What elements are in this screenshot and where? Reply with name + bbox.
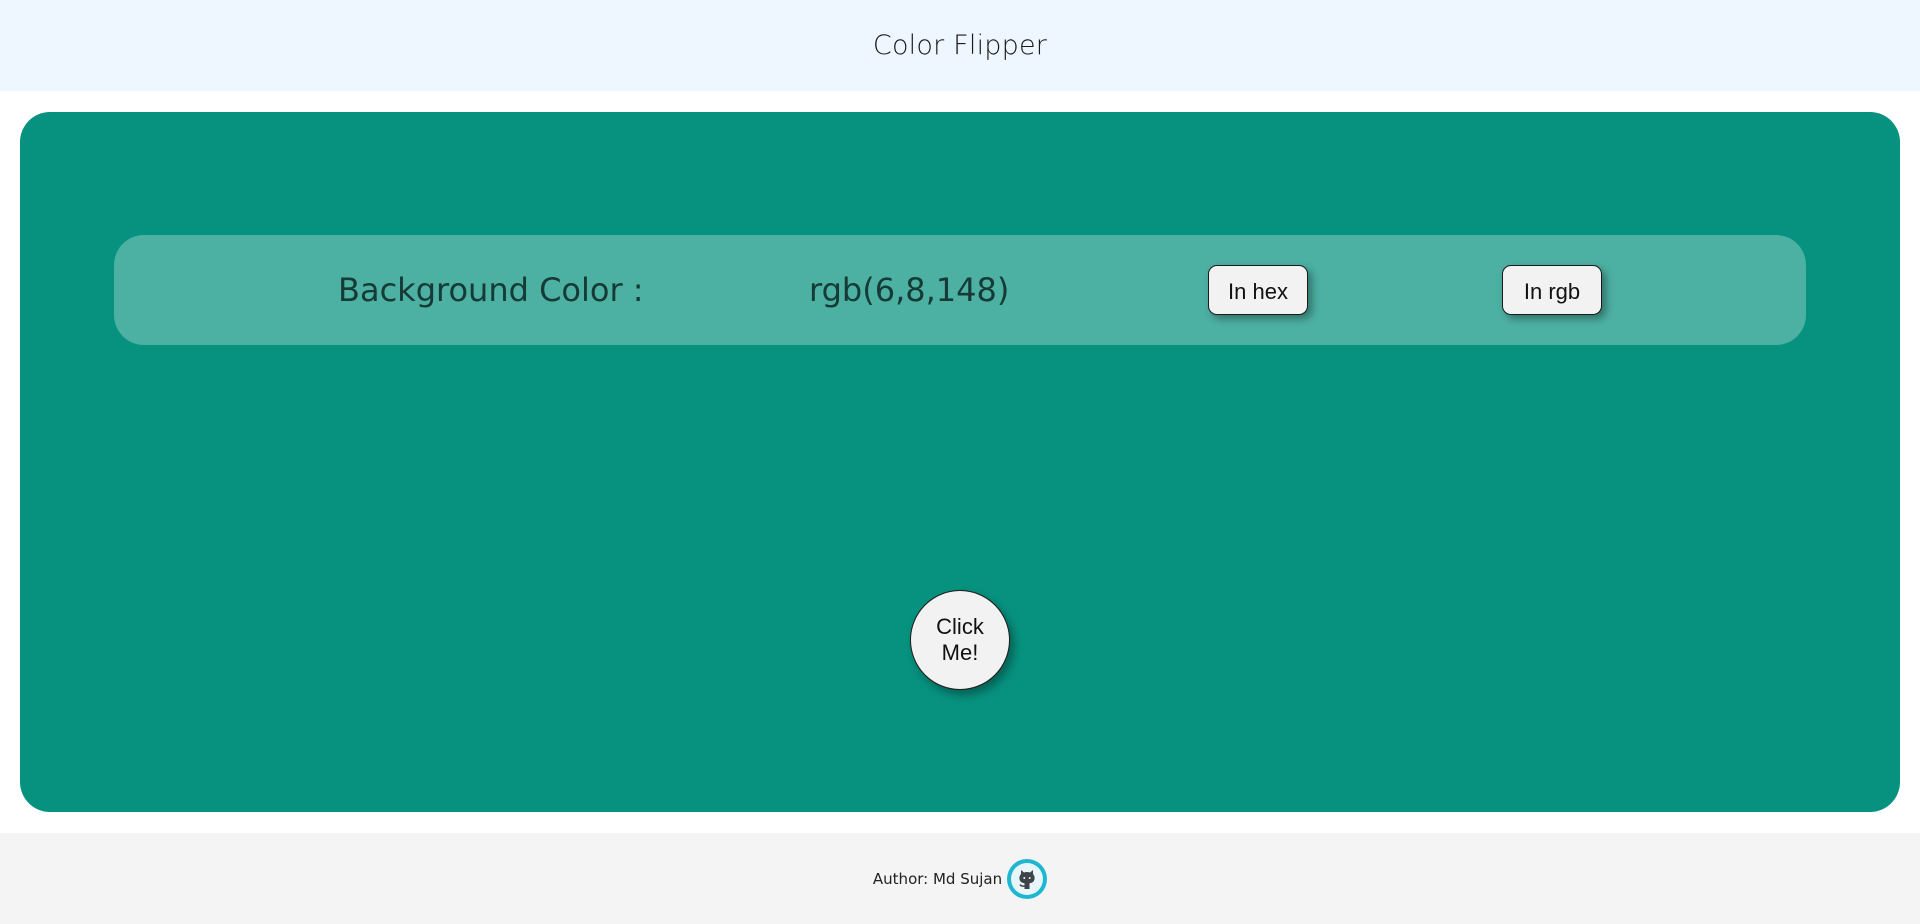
author-credit: Author: Md Sujan: [872, 869, 1003, 888]
click-me-line2: Me!: [941, 640, 979, 665]
github-link[interactable]: [1007, 858, 1048, 899]
click-me-button[interactable]: Click Me!: [910, 590, 1010, 690]
color-info-bar: Background Color : rgb(6,8,148) In hex I…: [114, 235, 1806, 345]
click-me-label: Click Me!: [936, 614, 984, 666]
page-title: Color Flipper: [872, 30, 1048, 61]
page-header: Color Flipper: [0, 0, 1920, 91]
github-icon: [1011, 862, 1044, 895]
in-hex-button[interactable]: In hex: [1208, 265, 1308, 315]
click-me-line1: Click: [936, 614, 984, 639]
page-footer: Author: Md Sujan: [0, 833, 1920, 924]
in-rgb-button[interactable]: In rgb: [1502, 265, 1602, 315]
color-display-area: Background Color : rgb(6,8,148) In hex I…: [20, 112, 1900, 812]
background-color-label: Background Color :: [338, 271, 644, 309]
background-color-value: rgb(6,8,148): [809, 271, 1010, 309]
